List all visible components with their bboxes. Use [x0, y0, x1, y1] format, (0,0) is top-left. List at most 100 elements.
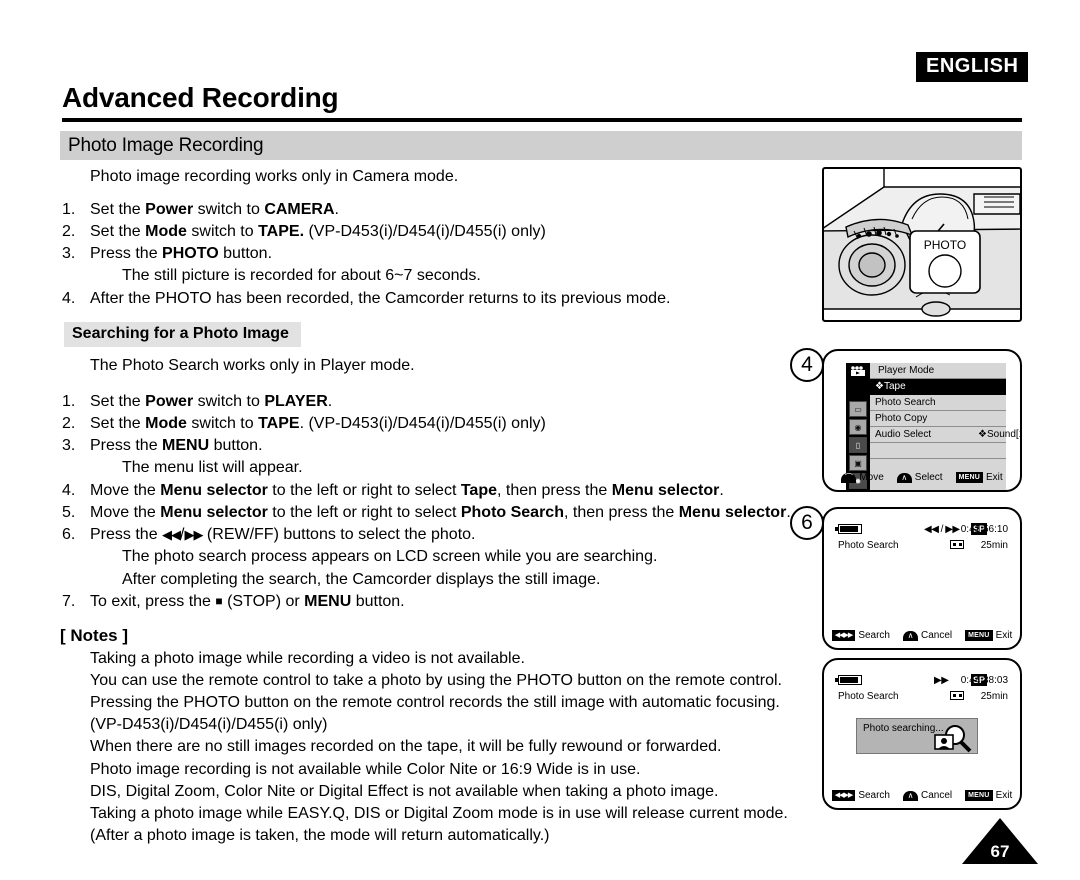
language-badge: ENGLISH	[916, 52, 1029, 82]
osd-top-row-2: ▶▶ SP 0:44:38:03	[835, 672, 1008, 688]
footer-move[interactable]: ⌒ Move	[841, 472, 884, 483]
osd-second-row: Photo Search 25min	[838, 537, 1008, 553]
menu-item-photo-search[interactable]: Photo Search	[870, 395, 1006, 411]
footer-search-2[interactable]: ◀◀▶▶ Search	[831, 790, 890, 801]
callout-6: 6	[790, 506, 824, 540]
footer-cancel[interactable]: ∧ Cancel	[903, 630, 952, 641]
notes-title: [ Notes ]	[60, 626, 128, 646]
searching-footer-bar: ◀◀▶▶ Search ∧ Cancel MENU Exit	[824, 790, 1020, 801]
note-item-9: (After a photo image is taken, the mode …	[90, 826, 550, 844]
tape-remaining: 25min	[980, 539, 1008, 551]
footer-exit-label-3: Exit	[995, 790, 1013, 801]
photo-search-step-7: 6. Press the ◀◀/▶▶ (REW/FF) buttons to se…	[60, 524, 805, 545]
header-rule	[62, 118, 1022, 122]
player-mode-icon	[846, 363, 870, 380]
camcorder-drawing: PHOTO	[824, 169, 1020, 317]
menu-key-icon-3: MENU	[965, 790, 993, 801]
osd-search: ◀◀ / ▶▶ SP 0:41:56:10 Photo Search 25min	[835, 521, 1008, 553]
photo-search-step-text-6: Move the Menu selector to the left or ri…	[90, 503, 791, 521]
footer-exit-2[interactable]: MENU Exit	[965, 630, 1012, 641]
photo-search-step-3: 3. Press the MENU button.	[60, 435, 805, 456]
footer-search[interactable]: ◀◀▶▶ Search	[831, 630, 890, 641]
viewer-icon[interactable]: ▣	[849, 455, 867, 471]
lcd-photo-searching-screen: ▶▶ SP 0:44:38:03 Photo Search 25min Phot…	[822, 658, 1022, 810]
photo-recording-lead: Photo image recording works only in Came…	[90, 168, 459, 185]
photo-recording-step-text-2: Set the Mode switch to TAPE. (VP-D453(i)…	[90, 222, 546, 240]
rew-ff-icon-2: ◀◀▶▶	[831, 790, 856, 801]
photo-search-step-text-1: Set the Power switch to PLAYER.	[90, 392, 333, 410]
photo-search-step-number-7: 6.	[62, 526, 76, 544]
tape-remaining-2: 25min	[980, 690, 1008, 702]
note-item-7: DIS, Digital Zoom, Color Nite or Digital…	[90, 782, 719, 800]
photo-recording-step-text-5: After the PHOTO has been recorded, the C…	[90, 289, 671, 307]
photo-search-step-6: 5. Move the Menu selector to the left or …	[60, 502, 805, 523]
battery-icon-2	[835, 675, 862, 685]
menu-footer-bar: ⌒ Move ∧ Select MENU Exit	[824, 472, 1020, 483]
footer-select[interactable]: ∧ Select	[896, 472, 943, 483]
menu-item-tape[interactable]: ❖Tape	[870, 379, 1006, 395]
photo-search-step-10: 7. To exit, press the ■ (STOP) or MENU bu…	[60, 591, 805, 612]
transport-indicator-2: ▶▶	[934, 674, 949, 686]
dial-icon: ⌒	[841, 472, 857, 483]
photo-recording-step-4: The still picture is recorded for about …	[60, 265, 805, 286]
photo-search-label-2: Photo Search	[838, 690, 899, 702]
tape-icon[interactable]: ▭	[849, 401, 867, 417]
page-number: 67	[990, 842, 1010, 861]
display-icon[interactable]: ▯	[849, 437, 867, 453]
menu-item-photo-copy[interactable]: Photo Copy	[870, 411, 1006, 427]
note-item-3: Pressing the PHOTO button on the remote …	[90, 694, 780, 712]
tape-remaining-icon-2	[950, 691, 964, 700]
memory-icon[interactable]: ◉	[849, 419, 867, 435]
photo-search-step-number-5: 4.	[62, 481, 76, 499]
select-icon-2: ∧	[903, 630, 918, 641]
photo-search-step-text-7: Press the ◀◀/▶▶ (REW/FF) buttons to sele…	[90, 526, 476, 544]
footer-exit-label: Exit	[986, 472, 1003, 483]
footer-exit[interactable]: MENU Exit	[955, 472, 1003, 483]
photo-recording-step-1: 1. Set the Power switch to CAMERA.	[60, 199, 805, 220]
photo-search-step-text-4: The menu list will appear.	[122, 459, 303, 477]
chapter-title: Advanced Recording	[62, 82, 339, 113]
photo-recording-step-number-1: 1.	[62, 200, 76, 218]
content-column: Photo image recording works only in Came…	[60, 166, 805, 847]
note-item-6: Photo image recording is not available w…	[90, 760, 641, 778]
photo-recording-step-text-1: Set the Power switch to CAMERA.	[90, 200, 339, 218]
footer-cancel-label: Cancel	[921, 630, 953, 641]
photo-search-step-text-9: After completing the search, the Camcord…	[122, 570, 601, 588]
photo-search-label: Photo Search	[838, 539, 899, 551]
photo-recording-step-number-2: 2.	[62, 222, 76, 240]
photo-search-step-9: After completing the search, the Camcord…	[60, 569, 805, 590]
photo-search-step-8: The photo search process appears on LCD …	[60, 546, 805, 567]
timecode: 0:41:56:10	[960, 523, 1008, 535]
photo-button-label: PHOTO	[924, 238, 966, 252]
subsection-title: Searching for a Photo Image	[64, 321, 301, 347]
osd-top-row: ◀◀ / ▶▶ SP 0:41:56:10	[835, 521, 1008, 537]
photo-search-step-number-10: 7.	[62, 592, 76, 610]
menu-blank-row-1	[870, 443, 1006, 459]
search-footer-bar: ◀◀▶▶ Search ∧ Cancel MENU Exit	[824, 630, 1020, 641]
timecode-2: 0:44:38:03	[960, 674, 1008, 686]
photo-search-step-4: The menu list will appear.	[60, 457, 805, 478]
photo-recording-step-text-3: Press the PHOTO button.	[90, 245, 273, 263]
photo-search-step-number-2: 2.	[62, 414, 76, 432]
menu-item-tape-marker: ❖	[875, 381, 884, 392]
photo-search-step-text-3: Press the MENU button.	[90, 437, 263, 455]
footer-exit-3[interactable]: MENU Exit	[965, 790, 1012, 801]
footer-search-label: Search	[858, 630, 890, 641]
note-item-5: When there are no still images recorded …	[90, 738, 722, 756]
footer-select-label: Select	[914, 472, 943, 483]
audio-select-value: ❖Sound[1]	[978, 429, 1020, 440]
photo-search-step-text-10: To exit, press the ■ (STOP) or MENU butt…	[90, 592, 405, 610]
footer-cancel-2[interactable]: ∧ Cancel	[903, 790, 952, 801]
photo-search-lead: The Photo Search works only in Player mo…	[90, 356, 415, 374]
battery-icon	[835, 524, 862, 534]
camcorder-illustration: PHOTO	[822, 167, 1022, 322]
searching-overlay: Photo searching...	[856, 718, 978, 754]
photo-recording-step-number-5: 4.	[62, 289, 76, 307]
photo-search-steps: 1. Set the Power switch to PLAYER. 2. Set t…	[60, 391, 805, 613]
note-item-2: You can use the remote control to take a…	[90, 672, 782, 690]
lcd-menu-screen: ▭ ◉ ▯ ▣ ✹ Player Mode ❖Tape Photo Search…	[822, 349, 1022, 492]
photo-recording-step-3: 3. Press the PHOTO button.	[60, 243, 805, 264]
photo-search-step-text-8: The photo search process appears on LCD …	[122, 548, 658, 566]
section-title: Photo Image Recording	[68, 134, 264, 156]
tape-remaining-icon	[950, 540, 964, 549]
